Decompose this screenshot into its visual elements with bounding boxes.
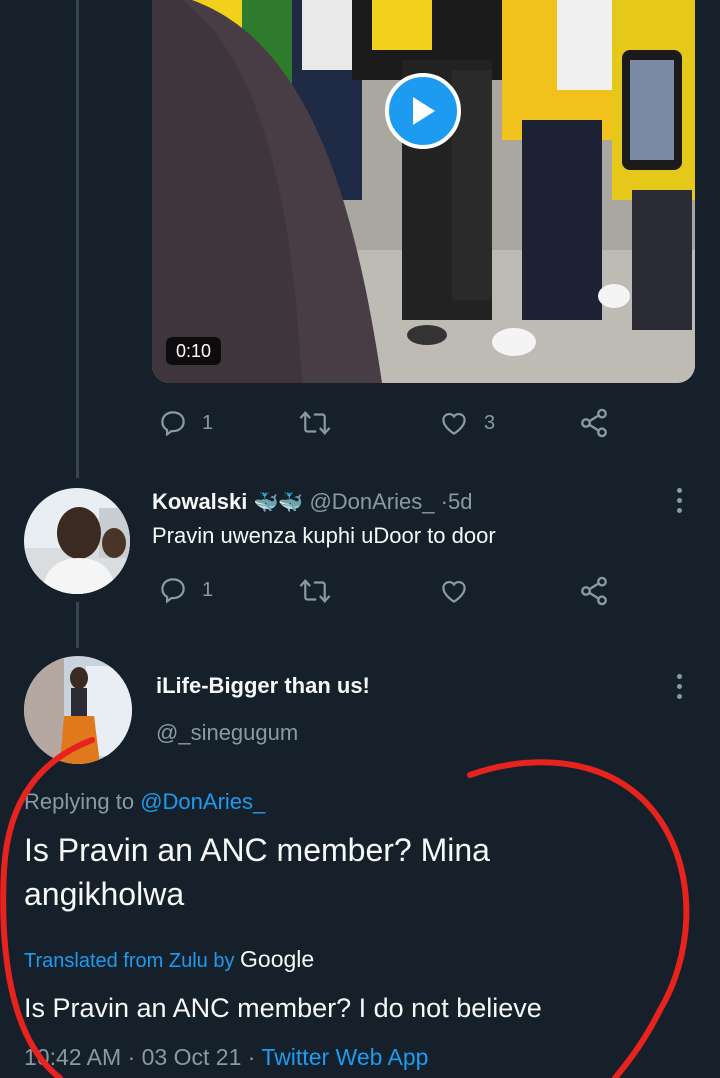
tweet-text: Is Pravin an ANC member? Mina angikholwa — [24, 828, 490, 916]
translated-label[interactable]: Translated from Zulu by — [24, 950, 234, 972]
translated-text: Is Pravin an ANC member? I do not believ… — [24, 993, 542, 1023]
share-icon — [581, 408, 607, 438]
handle[interactable]: @DonAries_ — [309, 489, 434, 514]
thread-line — [76, 0, 79, 478]
thread-line — [76, 602, 79, 648]
heart-icon — [442, 412, 466, 435]
timestamp[interactable]: 5d — [448, 489, 472, 514]
video-player[interactable] — [152, 0, 695, 383]
video-duration: 0:10 — [166, 337, 222, 365]
avatar[interactable] — [24, 656, 132, 764]
separator-dot: · — [440, 489, 448, 514]
heart-icon — [442, 580, 466, 603]
tweet-text-line: angikholwa — [24, 876, 185, 912]
replying-to-link[interactable]: @DonAries_ — [140, 789, 265, 814]
display-name[interactable]: Kowalski — [152, 489, 247, 514]
play-button[interactable] — [385, 73, 461, 149]
display-name[interactable]: iLife-Bigger than us! — [156, 673, 370, 699]
reply-count: 1 — [202, 578, 214, 601]
video-thumbnail — [152, 0, 695, 383]
more-options-icon[interactable] — [677, 674, 683, 699]
share-action[interactable] — [578, 406, 610, 440]
google-logo: Google — [240, 946, 315, 972]
reply-header: Kowalski 🐳🐳 @DonAries_ ·5d — [152, 489, 472, 515]
reply-count: 1 — [202, 411, 214, 434]
tweet-date[interactable]: 03 Oct 21 — [142, 1044, 242, 1070]
handle[interactable]: @_sinegugum — [156, 720, 298, 746]
separator-dot: · — [247, 1044, 256, 1070]
retweet-icon — [299, 579, 331, 603]
like-action[interactable]: 3 — [438, 408, 495, 438]
reply-icon — [161, 411, 185, 437]
reply-icon — [161, 578, 185, 604]
tweet-source[interactable]: Twitter Web App — [261, 1044, 428, 1070]
like-count: 3 — [484, 411, 496, 434]
translation-attribution[interactable]: Translated from Zulu by Google — [24, 946, 314, 973]
whale-emoji: 🐳🐳 — [253, 492, 304, 514]
retweet-action[interactable] — [298, 576, 332, 606]
avatar[interactable] — [24, 488, 130, 594]
reply-text: Pravin uwenza kuphi uDoor to door — [152, 523, 496, 548]
tweet-metadata: 10:42 AM · 03 Oct 21 · Twitter Web App — [24, 1044, 428, 1071]
replying-to: Replying to @DonAries_ — [24, 789, 265, 815]
replying-label: Replying to — [24, 789, 135, 814]
share-action[interactable] — [578, 574, 610, 608]
retweet-icon — [299, 411, 331, 435]
retweet-action[interactable] — [298, 408, 332, 438]
like-action[interactable] — [438, 576, 470, 606]
reply-action[interactable]: 1 — [158, 575, 213, 605]
reply-action[interactable]: 1 — [158, 408, 213, 438]
share-icon — [581, 576, 607, 606]
separator-dot: · — [127, 1044, 136, 1070]
more-options-icon[interactable] — [677, 488, 683, 513]
tweet-text-line: Is Pravin an ANC member? Mina — [24, 832, 490, 868]
play-icon — [413, 97, 435, 125]
tweet-time[interactable]: 10:42 AM — [24, 1044, 121, 1070]
